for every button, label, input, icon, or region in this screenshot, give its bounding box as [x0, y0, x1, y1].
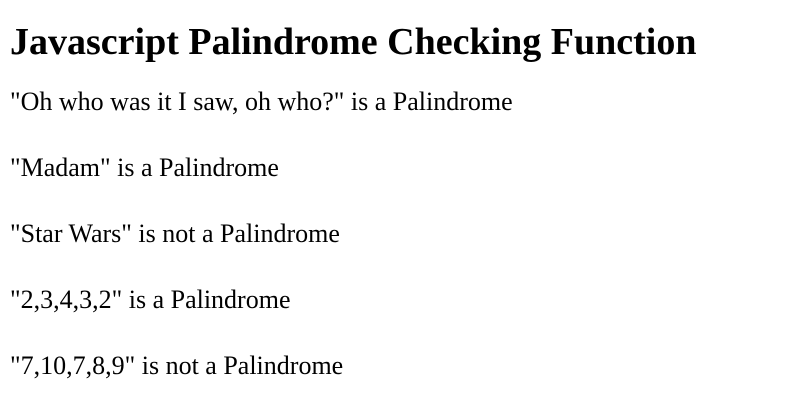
result-item: "Madam" is a Palindrome: [10, 153, 279, 182]
result-item: "Oh who was it I saw, oh who?" is a Pali…: [10, 87, 513, 116]
result-item: "2,3,4,3,2" is a Palindrome: [10, 285, 291, 314]
page-title: Javascript Palindrome Checking Function: [10, 21, 697, 63]
result-item: "Star Wars" is not a Palindrome: [10, 219, 340, 248]
result-item: "7,10,7,8,9" is not a Palindrome: [10, 351, 344, 380]
results-list: "Oh who was it I saw, oh who?" is a Pali…: [10, 87, 800, 381]
page-content: Javascript Palindrome Checking Function …: [0, 0, 800, 420]
